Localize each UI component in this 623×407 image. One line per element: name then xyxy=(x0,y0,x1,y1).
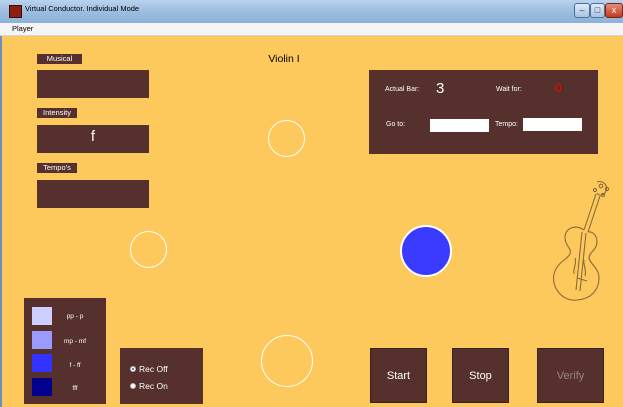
window-titlebar: Virtual Conductor. Individual Mode – □ x xyxy=(0,0,623,24)
legend-swatch-mp-mf xyxy=(32,331,52,349)
tempo-input[interactable] xyxy=(523,118,582,131)
legend-label-f-ff: f - ff xyxy=(69,362,81,369)
tempos-display xyxy=(37,180,149,208)
conductor-ball xyxy=(400,225,452,277)
rec-on-radio[interactable] xyxy=(130,383,136,389)
tempos-label: Tempo's xyxy=(37,163,77,173)
beat-target-top xyxy=(268,120,305,157)
menu-bar: Player xyxy=(0,23,623,36)
rec-on-label: Rec On xyxy=(139,381,168,391)
musical-label: Musical xyxy=(37,54,82,64)
legend-swatch-fff xyxy=(32,378,52,396)
maximize-button[interactable]: □ xyxy=(590,3,605,18)
rec-off-label: Rec Off xyxy=(139,364,168,374)
menu-player[interactable]: Player xyxy=(12,24,33,33)
violin-outline-icon xyxy=(553,181,610,301)
recording-panel xyxy=(120,348,203,404)
app-icon xyxy=(9,5,22,18)
tempo-label: Tempo: xyxy=(495,121,518,128)
instrument-title: Violin I xyxy=(268,53,300,65)
minimize-button[interactable]: – xyxy=(574,3,590,18)
rec-off-radio[interactable] xyxy=(130,366,136,372)
actual-bar-value: 3 xyxy=(436,80,445,97)
wait-for-label: Wait for: xyxy=(496,86,522,93)
close-button[interactable]: x xyxy=(605,3,623,18)
radio-selected-dot xyxy=(132,368,134,370)
wait-for-value: 0 xyxy=(555,81,562,95)
actual-bar-label: Actual Bar: xyxy=(385,86,420,93)
verify-button[interactable]: Verify xyxy=(537,348,604,403)
start-button[interactable]: Start xyxy=(370,348,427,403)
beat-target-left xyxy=(130,231,167,268)
legend-label-fff: fff xyxy=(72,385,78,392)
beat-target-bottom xyxy=(261,335,313,387)
intensity-label: Intensity xyxy=(37,108,77,118)
legend-label-mp-mf: mp - mf xyxy=(63,338,87,345)
intensity-value: f xyxy=(90,128,96,145)
legend-swatch-f-ff xyxy=(32,354,52,372)
legend-label-pp-p: pp - p xyxy=(66,313,84,320)
go-to-input[interactable] xyxy=(430,119,489,132)
window-title: Virtual Conductor. Individual Mode xyxy=(25,4,140,13)
go-to-label: Go to: xyxy=(386,121,406,128)
legend-swatch-pp-p xyxy=(32,307,52,325)
musical-display xyxy=(37,70,149,98)
window-left-edge xyxy=(0,36,2,407)
stop-button[interactable]: Stop xyxy=(452,348,509,403)
info-panel xyxy=(369,70,598,154)
